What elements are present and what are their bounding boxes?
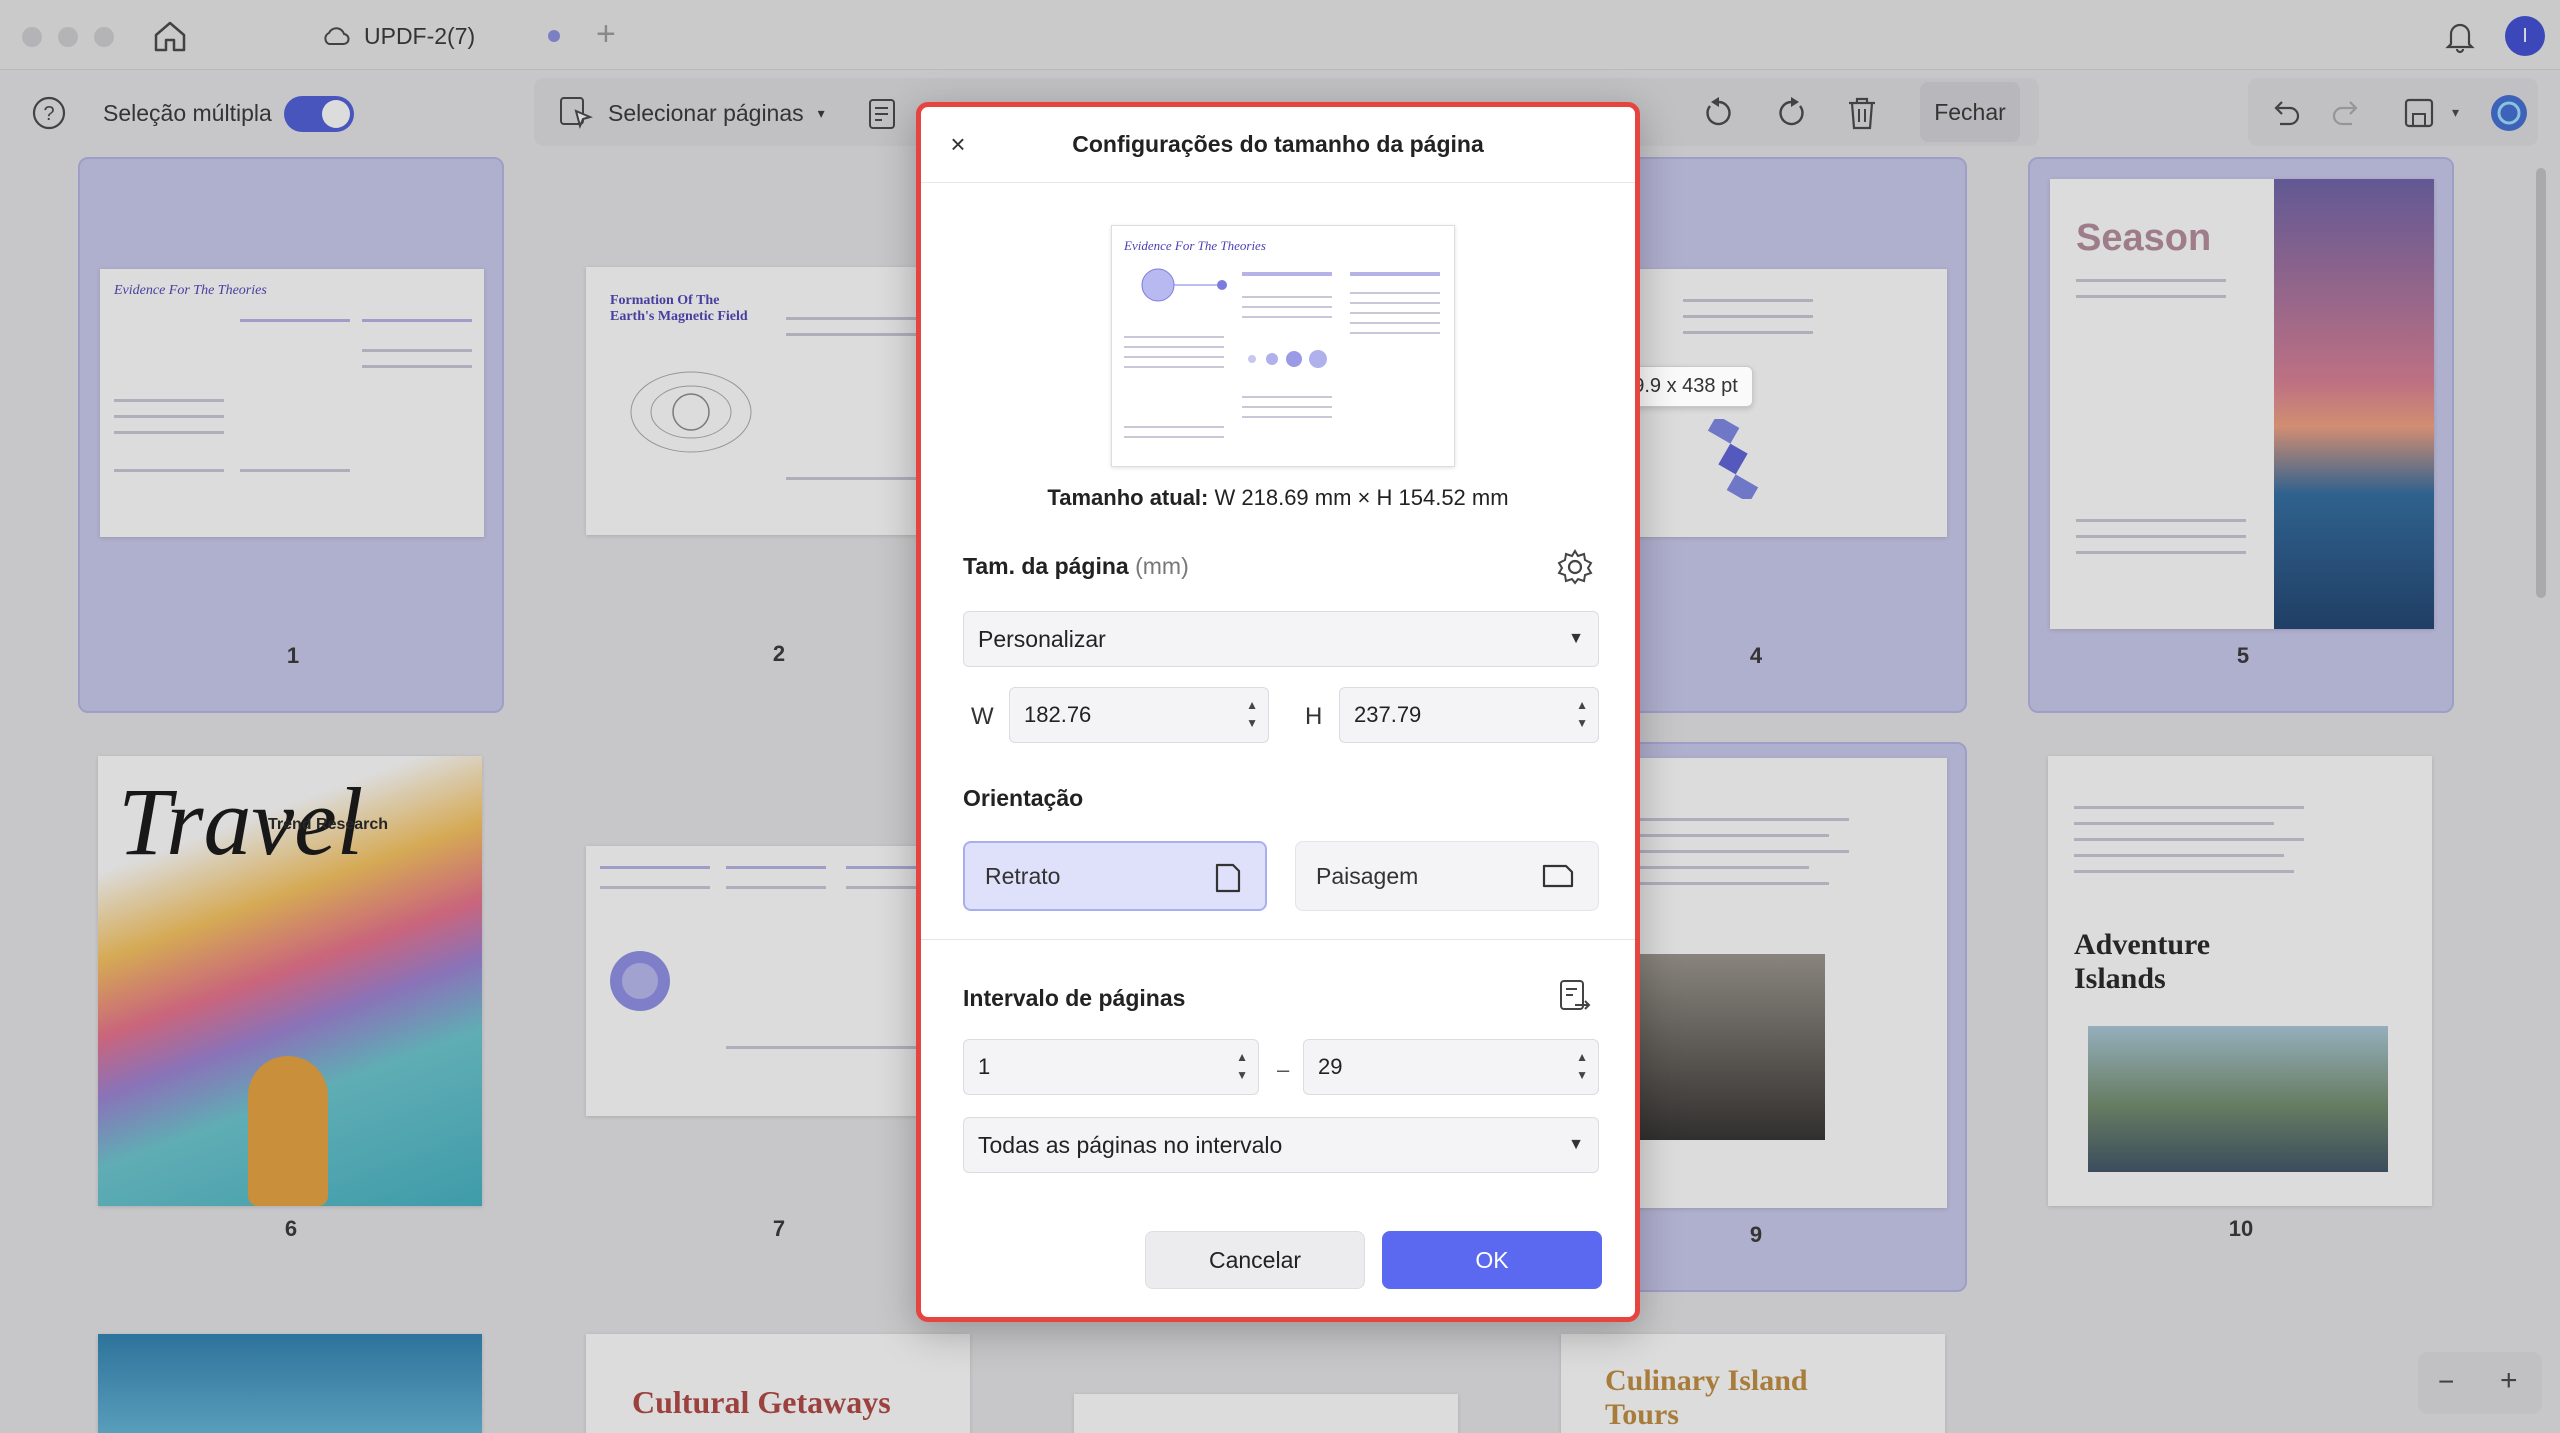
range-end-value: 29 [1318,1054,1343,1079]
section-divider [921,939,1635,940]
height-label: H [1305,703,1323,730]
height-value: 237.79 [1354,702,1422,727]
range-end-stepper[interactable]: ▲ ▼ [1576,1048,1588,1084]
current-size: Tamanho atual: W 218.69 mm × H 154.52 mm [921,485,1635,511]
range-start-value: 1 [978,1054,991,1079]
page-size-dialog: × Configurações do tamanho da página Evi… [916,102,1640,1322]
width-value: 182.76 [1024,702,1092,727]
preview-dots [1248,350,1327,368]
caret-down-icon: ▼ [1568,1136,1584,1153]
page-size-unit: (mm) [1135,553,1189,579]
landscape-page-icon [1542,864,1574,888]
preview-title: Evidence For The Theories [1124,238,1266,253]
orientation-label: Orientação [963,785,1084,811]
portrait-option[interactable]: Retrato [963,841,1267,911]
height-stepper[interactable]: ▲ ▼ [1576,696,1588,732]
dialog-title: Configurações do tamanho da página [1072,131,1484,157]
page-range-label: Intervalo de páginas [963,985,1186,1011]
caret-down-icon: ▼ [1568,630,1584,647]
ok-button[interactable]: OK [1382,1231,1602,1289]
page-size-heading: Tam. da página (mm) [963,553,1189,580]
height-input[interactable]: 237.79 ▲ ▼ [1339,687,1599,743]
portrait-label: Retrato [985,862,1061,889]
range-end-input[interactable]: 29 ▲ ▼ [1303,1039,1599,1095]
page-size-preset-select[interactable]: Personalizar ▼ [963,611,1599,667]
portrait-page-icon [1215,863,1241,893]
range-start-stepper[interactable]: ▲ ▼ [1236,1048,1248,1084]
range-separator: – [1277,1057,1290,1082]
range-start-input[interactable]: 1 ▲ ▼ [963,1039,1259,1095]
page-size-preset-value: Personalizar [978,625,1106,652]
range-option-value: Todas as páginas no intervalo [978,1131,1283,1158]
page-preview: Evidence For The Theories [1111,225,1455,467]
dialog-header: × Configurações do tamanho da página [921,107,1635,183]
current-size-value: W 218.69 mm × H 154.52 mm [1214,485,1509,510]
cancel-button[interactable]: Cancelar [1145,1231,1365,1289]
current-size-label: Tamanho atual: [1047,485,1209,510]
gear-icon[interactable] [1555,547,1595,587]
page-size-label: Tam. da página [963,553,1129,579]
landscape-option[interactable]: Paisagem [1295,841,1599,911]
width-input[interactable]: 182.76 ▲ ▼ [1009,687,1269,743]
page-range-icon[interactable] [1557,977,1593,1017]
width-stepper[interactable]: ▲ ▼ [1246,696,1258,732]
preview-diagram [1141,268,1227,302]
width-label: W [971,703,994,730]
range-option-select[interactable]: Todas as páginas no intervalo ▼ [963,1117,1599,1173]
landscape-label: Paisagem [1316,862,1419,889]
